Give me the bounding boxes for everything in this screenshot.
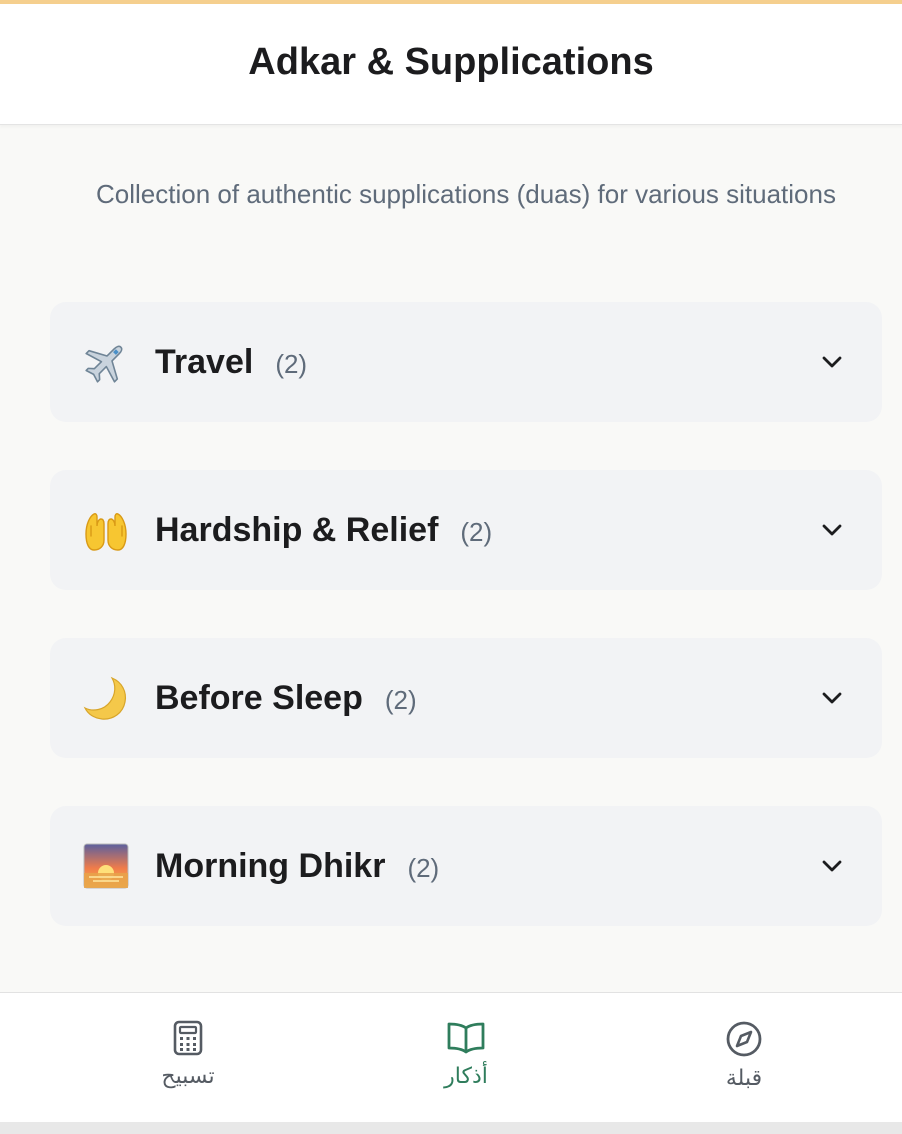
category-count: (2): [407, 852, 440, 883]
page-subtitle: Collection of authentic supplications (d…: [96, 179, 836, 209]
category-name: Morning Dhikr: [155, 846, 386, 885]
nav-item-adkar[interactable]: أذكار: [366, 993, 566, 1123]
chevron-down-icon: [812, 342, 852, 382]
crescent-moon-icon: [80, 672, 132, 724]
nav-label: تسبيح: [161, 1064, 215, 1089]
category-hardship-relief[interactable]: Hardship & Relief (2): [50, 470, 882, 590]
category-morning-dhikr[interactable]: Morning Dhikr (2): [50, 806, 882, 926]
chevron-down-icon: [812, 678, 852, 718]
category-name: Travel: [155, 342, 254, 381]
chevron-down-icon: [812, 846, 852, 886]
category-count: (2): [460, 516, 493, 547]
category-name: Before Sleep: [155, 678, 363, 717]
compass-icon: [726, 1021, 762, 1057]
category-title: Hardship & Relief (2): [155, 511, 492, 550]
category-name: Hardship & Relief: [155, 510, 439, 549]
chevron-down-icon: [812, 510, 852, 550]
nav-label: قبلة: [725, 1066, 763, 1091]
book-open-icon: [447, 1022, 485, 1054]
bottom-navigation: تسبيح أذكار قبلة: [0, 992, 902, 1122]
nav-label: أذكار: [444, 1064, 488, 1089]
nav-item-tasbih[interactable]: تسبيح: [88, 993, 288, 1123]
page-title: Adkar & Supplications: [248, 40, 654, 83]
category-count: (2): [384, 684, 417, 715]
category-travel[interactable]: Travel (2): [50, 302, 882, 422]
category-before-sleep[interactable]: Before Sleep (2): [50, 638, 882, 758]
category-title: Travel (2): [155, 343, 307, 382]
calculator-icon: [173, 1020, 203, 1056]
sunrise-icon: [80, 840, 132, 892]
app-screen: Adkar & Supplications Collection of auth…: [0, 0, 902, 1122]
app-header: Adkar & Supplications: [0, 4, 902, 125]
nav-item-qibla[interactable]: قبلة: [644, 993, 844, 1123]
category-title: Before Sleep (2): [155, 679, 417, 718]
airplane-icon: [80, 336, 132, 388]
category-count: (2): [275, 348, 308, 379]
raised-hands-icon: [80, 504, 132, 556]
category-title: Morning Dhikr (2): [155, 847, 439, 886]
